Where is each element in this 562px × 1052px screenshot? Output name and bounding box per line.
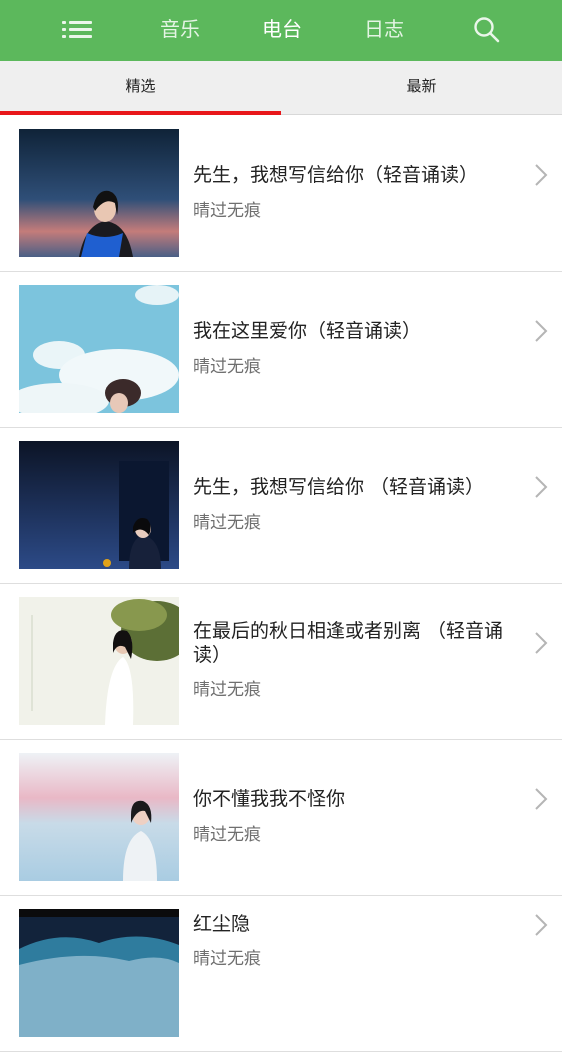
- nav-radio[interactable]: 电台: [252, 0, 312, 61]
- item-author: 晴过无痕: [193, 201, 261, 221]
- item-title: 在最后的秋日相逢或者别离 （轻音诵读）: [193, 620, 504, 666]
- cover-image: [19, 909, 179, 1037]
- item-title: 先生，我想写信给你 （轻音诵读）: [193, 476, 485, 498]
- chevron-right-icon: [535, 476, 548, 498]
- tab-featured[interactable]: 精选: [0, 61, 281, 115]
- list-item[interactable]: 在最后的秋日相逢或者别离 （轻音诵读） 晴过无痕: [0, 584, 562, 740]
- nav-journal[interactable]: 日志: [354, 0, 414, 61]
- cover-image: [19, 597, 179, 725]
- list-icon[interactable]: [58, 16, 96, 44]
- cover-image: [19, 753, 179, 881]
- chevron-right-icon: [535, 164, 548, 186]
- item-author: 晴过无痕: [193, 357, 261, 377]
- item-author: 晴过无痕: [193, 949, 261, 969]
- chevron-right-icon: [535, 320, 548, 342]
- item-author: 晴过无痕: [193, 513, 261, 533]
- search-icon[interactable]: [472, 15, 502, 45]
- nav-music[interactable]: 音乐: [150, 0, 210, 61]
- item-title: 我在这里爱你（轻音诵读）: [193, 320, 422, 342]
- item-author: 晴过无痕: [193, 680, 261, 700]
- item-author: 晴过无痕: [193, 825, 261, 845]
- cover-image: [19, 285, 179, 413]
- sub-tabs: 精选 最新: [0, 61, 562, 115]
- list-item[interactable]: 我在这里爱你（轻音诵读） 晴过无痕: [0, 272, 562, 428]
- cover-image: [19, 441, 179, 569]
- item-title: 先生，我想写信给你（轻音诵读）: [193, 164, 479, 186]
- item-title: 红尘隐: [193, 913, 251, 935]
- radio-list: 先生，我想写信给你（轻音诵读） 晴过无痕 我在这里爱你（轻音诵读） 晴过无痕 先…: [0, 116, 562, 1052]
- list-item[interactable]: 红尘隐 晴过无痕: [0, 896, 562, 1052]
- top-nav-bar: 音乐 电台 日志: [0, 0, 562, 61]
- chevron-right-icon: [535, 632, 548, 654]
- chevron-right-icon: [535, 914, 548, 936]
- item-title: 你不懂我我不怪你: [193, 788, 346, 810]
- cover-image: [19, 129, 179, 257]
- list-item[interactable]: 先生，我想写信给你 （轻音诵读） 晴过无痕: [0, 428, 562, 584]
- list-item[interactable]: 你不懂我我不怪你 晴过无痕: [0, 740, 562, 896]
- tab-latest[interactable]: 最新: [281, 61, 562, 115]
- list-item[interactable]: 先生，我想写信给你（轻音诵读） 晴过无痕: [0, 116, 562, 272]
- chevron-right-icon: [535, 788, 548, 810]
